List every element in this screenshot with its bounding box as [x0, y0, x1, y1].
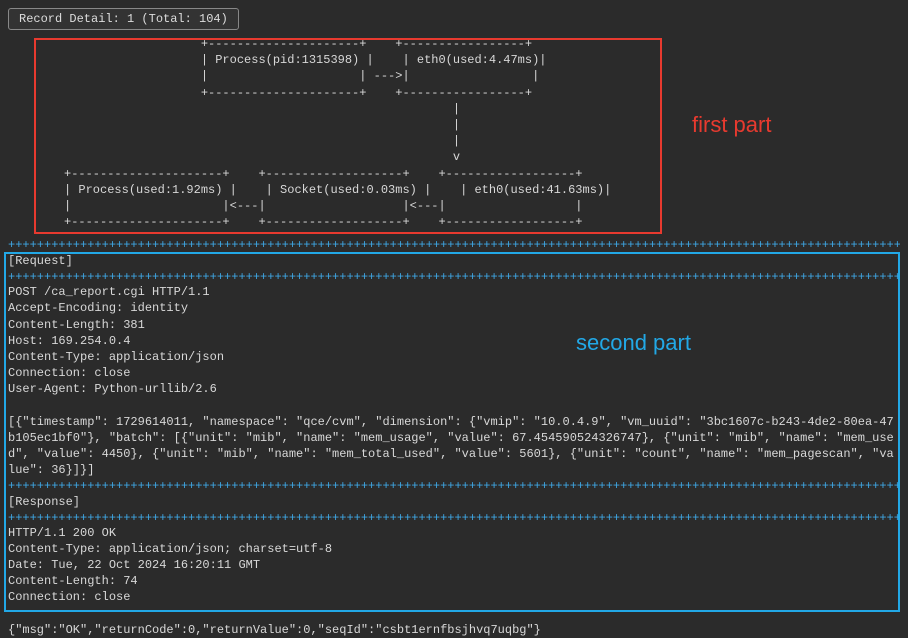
response-body: HTTP/1.1 200 OK Content-Type: applicatio… [8, 525, 900, 638]
response-label: [Response] [8, 495, 900, 509]
ascii-diagram-block: +---------------------+ +---------------… [28, 36, 900, 230]
request-body: POST /ca_report.cgi HTTP/1.1 Accept-Enco… [8, 284, 900, 478]
record-detail-header: Record Detail: 1 (Total: 104) [8, 8, 239, 30]
separator-resp: ++++++++++++++++++++++++++++++++++++++++… [8, 511, 900, 525]
record-title: Record Detail: 1 (Total: 104) [19, 12, 228, 26]
separator-mid: ++++++++++++++++++++++++++++++++++++++++… [8, 479, 900, 493]
separator-req: ++++++++++++++++++++++++++++++++++++++++… [8, 270, 900, 284]
root-container: Record Detail: 1 (Total: 104) +---------… [8, 8, 900, 638]
request-label: [Request] [8, 254, 900, 268]
separator-top: ++++++++++++++++++++++++++++++++++++++++… [8, 238, 900, 252]
